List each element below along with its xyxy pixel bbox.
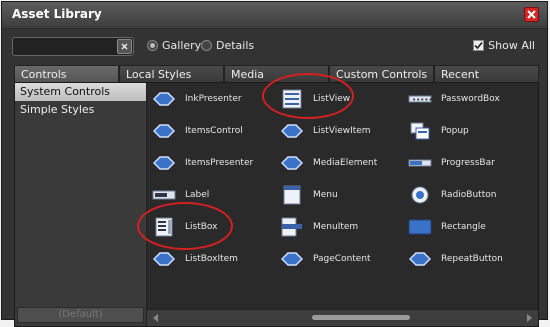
asset-label: MediaElement — [313, 158, 378, 168]
svg-text:•••••: ••••• — [412, 96, 432, 104]
checkmark-icon — [474, 41, 483, 50]
blue-diamond-icon — [151, 121, 177, 141]
asset-listviewitem[interactable]: ListViewItem — [279, 121, 371, 141]
asset-popup[interactable]: Popup — [407, 121, 469, 141]
asset-label: ListView — [313, 94, 351, 104]
asset-label: ItemsPresenter — [185, 158, 254, 168]
close-icon — [527, 10, 536, 19]
details-option[interactable]: Details — [201, 39, 254, 52]
tab-media[interactable]: Media — [224, 65, 329, 82]
asset-label: RepeatButton — [441, 254, 503, 264]
popup-icon — [407, 121, 433, 141]
window-title: Asset Library — [12, 7, 102, 21]
tab-local-styles[interactable]: Local Styles — [119, 65, 224, 82]
asset-label: ListBox — [185, 222, 218, 232]
asset-label: MenuItem — [313, 222, 359, 232]
asset-grid: InkPresenter ListView ••••• PasswordBox … — [147, 83, 538, 306]
asset-panel: System Controls Simple Styles (Default) … — [14, 82, 539, 327]
close-button[interactable] — [524, 7, 539, 22]
library-body: Gallery Details Show All Controls Local … — [2, 29, 547, 327]
tab-recent[interactable]: Recent — [434, 65, 539, 82]
asset-repeatbutton[interactable]: RepeatButton — [407, 249, 503, 269]
blue-diamond-icon — [151, 89, 177, 109]
asset-menuitem[interactable]: MenuItem — [279, 217, 358, 237]
asset-label: ItemsControl — [185, 126, 243, 136]
search-input[interactable] — [15, 39, 115, 54]
category-tabs: Controls Local Styles Media Custom Contr… — [14, 65, 539, 82]
asset-label: Label — [185, 190, 210, 200]
details-radio[interactable] — [201, 40, 212, 51]
asset-itemspresenter[interactable]: ItemsPresenter — [151, 153, 253, 173]
default-button[interactable]: (Default) — [17, 307, 144, 323]
asset-listview[interactable]: ListView — [279, 89, 350, 109]
asset-label: ListBoxItem — [185, 254, 238, 264]
blue-diamond-icon — [151, 249, 177, 269]
blue-diamond-icon — [279, 249, 305, 269]
gallery-radio[interactable] — [147, 40, 158, 51]
clear-search-button[interactable] — [117, 39, 132, 54]
asset-radiobutton[interactable]: RadioButton — [407, 185, 496, 205]
progressbar-icon — [407, 153, 433, 173]
search-box — [12, 37, 134, 56]
horizontal-scrollbar[interactable] — [147, 309, 538, 326]
show-all-option[interactable]: Show All — [473, 39, 535, 52]
asset-menu[interactable]: Menu — [279, 185, 338, 205]
clear-icon — [121, 43, 128, 50]
details-label: Details — [216, 39, 255, 52]
asset-label: InkPresenter — [185, 94, 242, 104]
show-all-label: Show All — [488, 39, 535, 52]
asset-listbox[interactable]: ListBox — [151, 217, 217, 237]
asset-listboxitem[interactable]: ListBoxItem — [151, 249, 238, 269]
asset-inkpresenter[interactable]: InkPresenter — [151, 89, 242, 109]
asset-label-control[interactable]: Label — [151, 185, 209, 205]
menu-icon — [279, 185, 305, 205]
scroll-thumb[interactable] — [312, 315, 410, 320]
asset-label: RadioButton — [441, 190, 497, 200]
blue-diamond-icon — [279, 121, 305, 141]
blue-diamond-icon — [279, 153, 305, 173]
show-all-checkbox[interactable] — [473, 40, 485, 51]
asset-label: Menu — [313, 190, 338, 200]
category-list: System Controls Simple Styles (Default) — [15, 83, 147, 326]
menuitem-icon — [279, 217, 305, 237]
listbox-icon — [151, 217, 177, 237]
asset-pagecontent[interactable]: PageContent — [279, 249, 371, 269]
asset-rectangle[interactable]: Rectangle — [407, 217, 486, 237]
listview-icon — [279, 89, 305, 109]
passwordbox-icon: ••••• — [407, 89, 433, 109]
label-icon — [151, 185, 177, 205]
tab-custom-controls[interactable]: Custom Controls — [329, 65, 434, 82]
title-bar[interactable]: Asset Library — [2, 2, 547, 29]
asset-progressbar[interactable]: ProgressBar — [407, 153, 495, 173]
asset-label: PasswordBox — [441, 94, 500, 104]
tab-controls[interactable]: Controls — [14, 65, 119, 82]
gallery-label: Gallery — [162, 39, 202, 52]
gallery-option[interactable]: Gallery — [147, 39, 201, 52]
asset-label: PageContent — [313, 254, 371, 264]
asset-library-window: Asset Library Gallery Details Show All C… — [1, 1, 548, 327]
asset-passwordbox[interactable]: ••••• PasswordBox — [407, 89, 500, 109]
blue-diamond-icon — [407, 249, 433, 269]
asset-itemscontrol[interactable]: ItemsControl — [151, 121, 243, 141]
radiobutton-icon — [407, 185, 433, 205]
asset-mediaelement[interactable]: MediaElement — [279, 153, 377, 173]
asset-label: ListViewItem — [313, 126, 371, 136]
blue-diamond-icon — [151, 153, 177, 173]
scroll-right-icon[interactable] — [527, 314, 532, 322]
asset-label: ProgressBar — [441, 158, 495, 168]
asset-label: Rectangle — [441, 222, 486, 232]
category-system-controls[interactable]: System Controls — [15, 83, 146, 101]
asset-label: Popup — [441, 126, 469, 136]
scroll-left-icon[interactable] — [153, 314, 158, 322]
category-simple-styles[interactable]: Simple Styles — [15, 101, 146, 119]
rectangle-icon — [407, 217, 433, 237]
